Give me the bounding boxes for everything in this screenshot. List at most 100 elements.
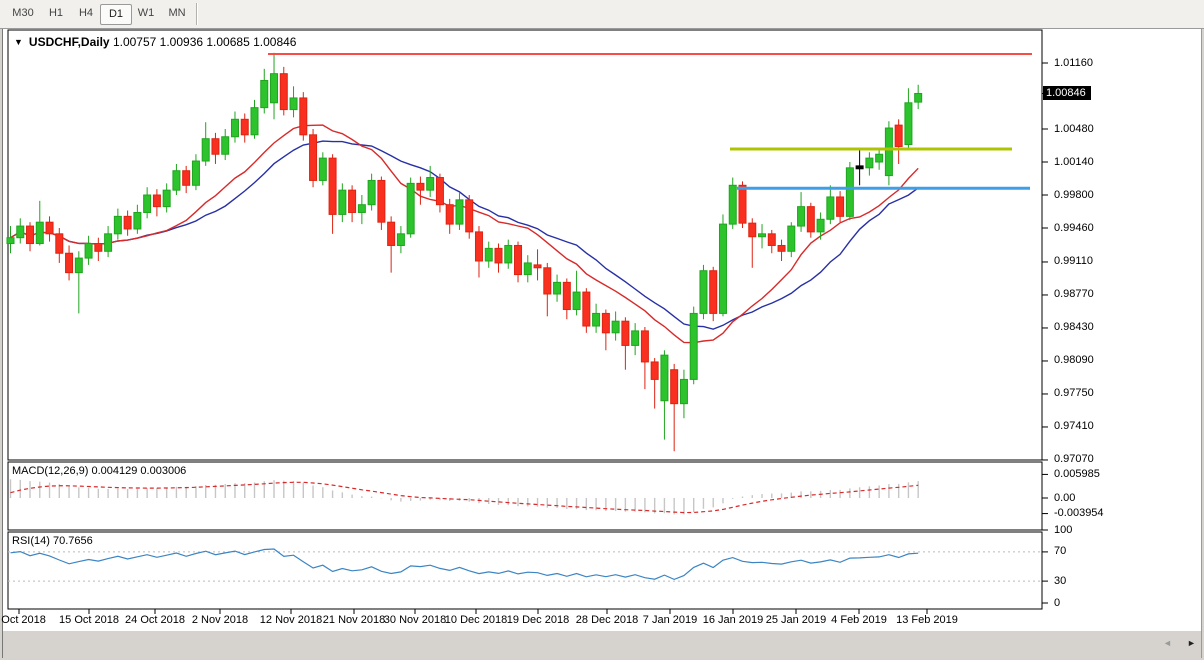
candle-body bbox=[387, 221, 396, 246]
candle-body bbox=[6, 237, 15, 245]
candle-body bbox=[914, 92, 923, 103]
chart-title: ▼ USDCHF,Daily 1.00757 1.00936 1.00685 1.… bbox=[14, 35, 296, 49]
candle-body bbox=[787, 225, 796, 252]
candle-body bbox=[74, 257, 83, 274]
macd-label: MACD(12,26,9) 0.004129 0.003006 bbox=[12, 465, 186, 477]
candle-body bbox=[884, 127, 893, 177]
macd-axis-label: 0.00 bbox=[1054, 491, 1076, 504]
candle-body bbox=[543, 267, 552, 295]
macd-axis-label: -0.003954 bbox=[1054, 507, 1104, 520]
candle-body bbox=[894, 124, 903, 147]
date-axis-label: 12 Nov 2018 bbox=[259, 614, 323, 626]
candle-body bbox=[201, 138, 210, 162]
candle-body bbox=[777, 244, 786, 252]
date-axis-label: 15 Oct 2018 bbox=[59, 614, 119, 626]
candle-body bbox=[377, 179, 386, 223]
candle-body bbox=[718, 223, 727, 314]
candle-body bbox=[836, 196, 845, 217]
candle-body bbox=[426, 177, 435, 191]
price-axis-label: 1.00480 bbox=[1054, 122, 1094, 135]
candle-body bbox=[845, 167, 854, 217]
candle-body bbox=[260, 79, 269, 109]
rsi-label: RSI(14) 70.7656 bbox=[12, 535, 93, 547]
candle-body bbox=[660, 354, 669, 402]
candle-body bbox=[65, 252, 74, 274]
candle-body bbox=[211, 138, 220, 155]
chart-ohlc-values: 1.00757 1.00936 1.00685 1.00846 bbox=[112, 35, 297, 49]
date-axis-label: 19 Dec 2018 bbox=[506, 614, 570, 626]
date-axis-label: 13 Feb 2019 bbox=[896, 614, 958, 626]
candle-body bbox=[338, 189, 347, 215]
price-axis-label: 0.99110 bbox=[1054, 255, 1093, 268]
rsi-axis-label: 100 bbox=[1054, 523, 1073, 536]
tab-scroll-left-icon[interactable]: ◄ bbox=[1163, 639, 1172, 648]
candle-body bbox=[279, 73, 288, 111]
candle-body bbox=[592, 312, 601, 327]
candle-body bbox=[455, 199, 464, 225]
chart-symbol-label: USDCHF,Daily bbox=[28, 35, 110, 49]
candle-body bbox=[123, 215, 132, 230]
candle-body bbox=[162, 189, 171, 208]
candle-body bbox=[348, 189, 357, 213]
candle-body bbox=[104, 233, 113, 252]
date-axis-label: 16 Jan 2019 bbox=[702, 614, 764, 626]
price-axis-label: 0.98430 bbox=[1054, 321, 1094, 334]
rsi-value: 70.7656 bbox=[52, 535, 93, 547]
candle-body bbox=[445, 204, 454, 225]
candle-body bbox=[523, 262, 532, 276]
tab-scroll-right-icon[interactable]: ► bbox=[1187, 639, 1196, 648]
candle-body bbox=[416, 182, 425, 191]
rsi-name: RSI(14) bbox=[12, 535, 50, 547]
chart-canvas[interactable] bbox=[0, 0, 1204, 660]
chart-title-triangle-icon[interactable]: ▼ bbox=[14, 37, 23, 47]
candle-body bbox=[84, 243, 93, 259]
date-axis-label: 10 Dec 2018 bbox=[444, 614, 508, 626]
candle-body bbox=[699, 270, 708, 314]
price-axis-label: 0.99800 bbox=[1054, 188, 1094, 201]
candle-body bbox=[689, 312, 698, 380]
candle-body bbox=[221, 136, 230, 155]
candle-body bbox=[728, 184, 737, 225]
candle-body bbox=[709, 270, 718, 314]
candle-body bbox=[640, 330, 649, 363]
candle-body bbox=[611, 320, 620, 334]
rsi-axis-label: 30 bbox=[1054, 574, 1067, 587]
candle-body bbox=[875, 153, 884, 163]
candle-body bbox=[357, 204, 366, 213]
candle-body bbox=[797, 206, 806, 227]
candle-body bbox=[533, 264, 542, 269]
candle-body bbox=[240, 118, 249, 136]
date-axis-label: 24 Oct 2018 bbox=[125, 614, 185, 626]
price-axis-label: 0.97070 bbox=[1054, 453, 1094, 466]
candle-body bbox=[904, 102, 913, 146]
candle-body bbox=[143, 194, 152, 213]
candle-body bbox=[494, 247, 503, 264]
candle-body bbox=[806, 206, 815, 233]
candle-body bbox=[299, 97, 308, 136]
candle-body bbox=[562, 281, 571, 311]
candle-body bbox=[250, 107, 259, 136]
candle-body bbox=[289, 97, 298, 111]
date-axis-label: 30 Nov 2018 bbox=[383, 614, 447, 626]
candle-body bbox=[328, 157, 337, 215]
price-pane[interactable] bbox=[7, 29, 1043, 461]
price-axis-label: 0.99460 bbox=[1054, 221, 1094, 234]
candle-body bbox=[670, 369, 679, 405]
current-price-tag: 1.00846 bbox=[1043, 86, 1091, 100]
candle-body bbox=[601, 312, 610, 334]
candle-body bbox=[767, 233, 776, 246]
candle-body bbox=[865, 157, 874, 169]
rsi-pane[interactable] bbox=[7, 531, 1043, 610]
candle-body bbox=[318, 157, 327, 181]
candle-body bbox=[26, 225, 35, 245]
candle-body bbox=[367, 179, 376, 206]
candle-body bbox=[514, 244, 523, 276]
price-axis-label: 1.01160 bbox=[1054, 56, 1093, 69]
candle-body bbox=[679, 378, 688, 405]
candle-body bbox=[465, 199, 474, 233]
candle-body bbox=[758, 233, 767, 238]
candle-body bbox=[572, 291, 581, 311]
candle-body bbox=[113, 215, 122, 235]
candle-body bbox=[553, 281, 562, 295]
candle-body bbox=[621, 320, 630, 346]
